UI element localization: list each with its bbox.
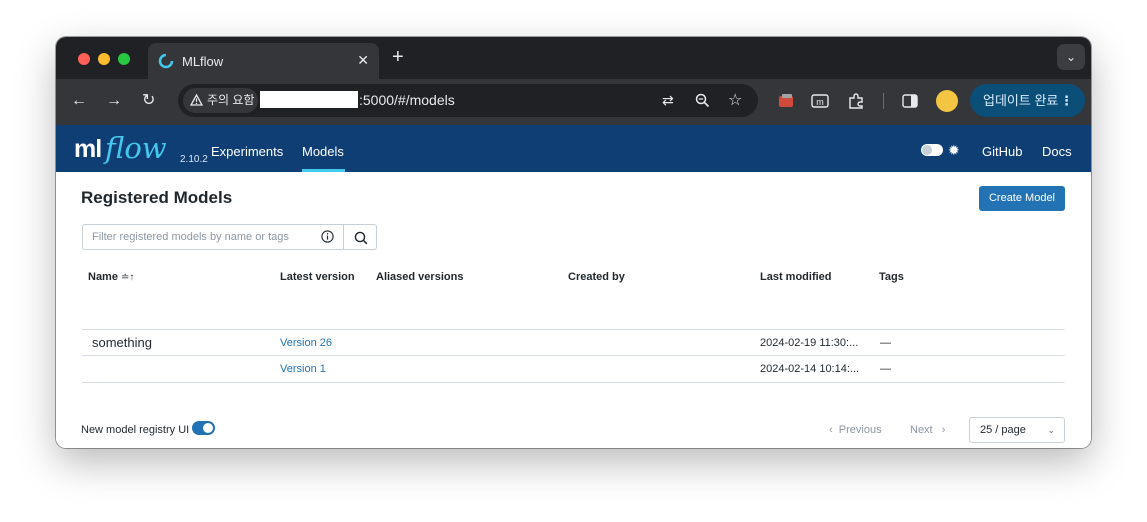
extension-icon[interactable] (847, 92, 865, 110)
tab-title: MLflow (182, 54, 224, 69)
security-label: 주의 요함 (207, 93, 255, 107)
column-header-last-modified: Last modified (760, 271, 832, 283)
tab-close-icon[interactable]: ✕ (357, 52, 369, 69)
chevron-down-icon: ⌄ (1047, 425, 1055, 435)
nav-github[interactable]: GitHub (982, 144, 1022, 159)
translate-icon[interactable]: ⇄ (662, 92, 674, 109)
minimize-window-button[interactable] (98, 53, 110, 65)
toolbar-divider (883, 93, 884, 109)
browser-window: MLflow ✕ + ⌄ ← → ↻ 주의 요함 :5000/#/models … (56, 37, 1091, 448)
theme-toggle[interactable] (921, 144, 943, 156)
url-text[interactable]: :5000/#/models (359, 92, 455, 108)
chevron-right-icon: › (941, 424, 946, 436)
registered-models-page: Registered Models Create Model Name≐↑ La… (56, 172, 1091, 448)
column-header-name[interactable]: Name ≐↑ (88, 271, 134, 283)
nav-models[interactable]: Models (302, 144, 344, 159)
next-page-button[interactable]: Next › (910, 424, 945, 436)
update-button-label: 업데이트 완료 (983, 93, 1059, 108)
latest-version-link[interactable]: Version 26 (280, 337, 332, 349)
sidepanel-icon[interactable] (901, 92, 919, 110)
browser-toolbar: ← → ↻ 주의 요함 :5000/#/models ⇄ ☆ m 업데이트 완료… (56, 79, 1091, 125)
nav-experiments[interactable]: Experiments (211, 144, 283, 159)
page-size-value: 25 / page (980, 424, 1026, 436)
extension-red-icon[interactable] (777, 92, 795, 110)
profile-avatar[interactable] (936, 90, 958, 112)
browser-tab-mlflow[interactable]: MLflow ✕ (148, 43, 379, 79)
extension-m-icon[interactable]: m (811, 92, 829, 110)
logo-ml-text: ml (74, 135, 102, 163)
warning-icon (190, 94, 203, 106)
address-bar[interactable]: 주의 요함 :5000/#/models ⇄ ☆ (178, 84, 758, 117)
column-header-tags: Tags (879, 271, 904, 283)
star-icon[interactable]: ☆ (728, 90, 742, 110)
column-header-created-by: Created by (568, 271, 625, 283)
back-arrow-icon[interactable]: ← (71, 91, 87, 111)
new-registry-label: New model registry UI (81, 424, 190, 436)
sort-icon[interactable]: ≐↑ (121, 272, 134, 283)
page-size-select[interactable]: 25 / page ⌄ (969, 417, 1065, 443)
tab-strip: MLflow ✕ + ⌄ (56, 37, 1091, 79)
chevron-down-icon: ⌄ (1065, 50, 1077, 64)
close-window-button[interactable] (78, 53, 90, 65)
security-chip[interactable]: 주의 요함 (183, 88, 258, 113)
new-registry-toggle[interactable] (192, 421, 215, 435)
create-model-button[interactable]: Create Model (979, 186, 1065, 211)
reload-icon[interactable]: ↻ (142, 91, 155, 111)
zoom-icon[interactable] (695, 93, 710, 108)
info-icon[interactable] (321, 230, 334, 243)
next-label: Next (910, 424, 933, 436)
forward-arrow-icon[interactable]: → (106, 91, 122, 111)
mlflow-header: ml flow 2.10.2 Experiments Models ✹ GitH… (56, 125, 1091, 172)
menu-dots-icon[interactable]: ⋮ (1060, 84, 1073, 117)
last-modified-cell: 2024-02-19 11:30:... (760, 337, 859, 349)
last-modified-cell: 2024-02-14 10:14:... (760, 363, 860, 375)
header-divider (82, 329, 1065, 330)
previous-page-button[interactable]: ‹ Previous (829, 424, 882, 436)
search-icon (354, 231, 368, 245)
mlflow-favicon-icon (158, 53, 174, 69)
sun-icon[interactable]: ✹ (948, 142, 960, 158)
column-header-name-label: Name (88, 271, 118, 283)
nav-docs[interactable]: Docs (1042, 144, 1072, 159)
url-host-redacted (260, 91, 358, 108)
page-title: Registered Models (81, 188, 233, 207)
maximize-window-button[interactable] (118, 53, 130, 65)
row-divider (82, 382, 1065, 383)
column-header-latest-version: Latest version (280, 271, 355, 283)
new-tab-button[interactable]: + (392, 46, 404, 68)
row-divider (82, 355, 1065, 356)
previous-label: Previous (838, 424, 882, 436)
tags-cell: — (880, 337, 891, 349)
tags-cell: — (880, 363, 891, 375)
update-button[interactable]: 업데이트 완료 ⋮ (970, 84, 1085, 117)
search-button[interactable] (343, 224, 377, 250)
tab-search-button[interactable]: ⌄ (1057, 44, 1085, 70)
latest-version-link[interactable]: Version 1 (280, 363, 326, 375)
version-label: 2.10.2 (180, 154, 208, 165)
column-header-aliased-versions: Aliased versions (376, 271, 464, 283)
filter-field[interactable] (82, 224, 344, 250)
logo-flow-text: flow (105, 131, 167, 165)
filter-input[interactable] (83, 225, 313, 249)
chevron-left-icon: ‹ (829, 424, 833, 436)
svg-text:m: m (816, 97, 824, 107)
model-name-link[interactable]: something (92, 335, 152, 350)
